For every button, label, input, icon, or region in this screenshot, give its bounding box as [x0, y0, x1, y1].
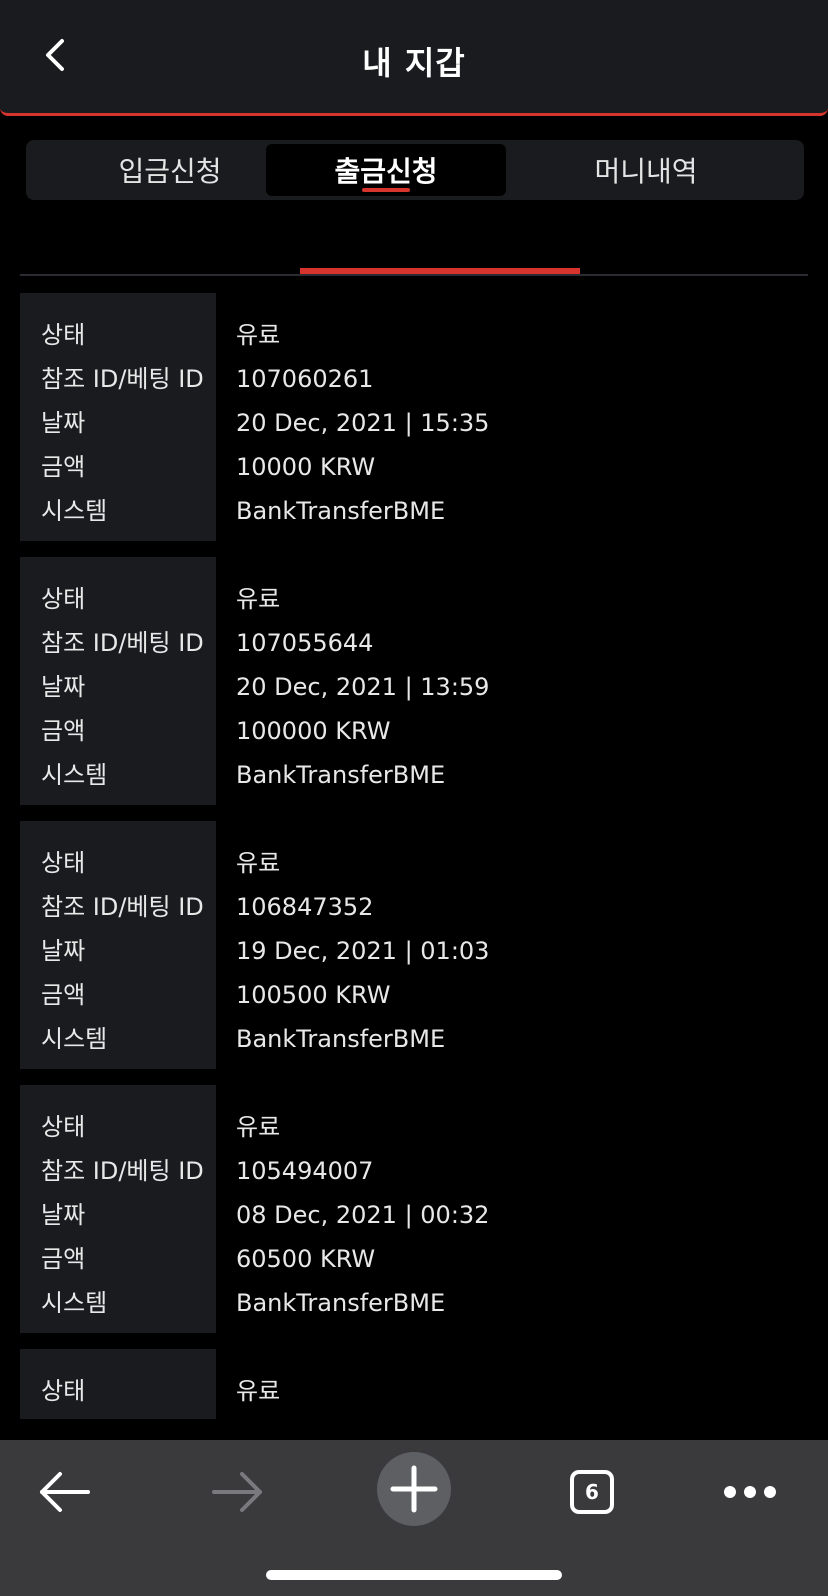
record-row-status: 상태 유료 — [20, 1369, 808, 1413]
record-row-system: 시스템 BankTransferBME — [20, 489, 808, 533]
system-label: 시스템 — [41, 497, 108, 525]
date-label: 날짜 — [41, 937, 86, 965]
record-row-amount: 금액 60500 KRW — [20, 1237, 808, 1281]
ref-id-value: 107060261 — [236, 365, 374, 393]
date-label: 날짜 — [41, 1201, 86, 1229]
status-label: 상태 — [41, 849, 86, 877]
record-row-date: 날짜 20 Dec, 2021 | 15:35 — [20, 401, 808, 445]
withdrawal-list: 상태 유료 참조 ID/베팅 ID 107060261 날짜 20 Dec, 2… — [20, 293, 808, 1435]
withdrawal-record: 상태 유료 — [20, 1349, 808, 1419]
tab-bar: 입금신청 출금신청 머니내역 — [26, 140, 804, 200]
arrow-right-icon — [212, 1472, 262, 1512]
record-row-amount: 금액 100500 KRW — [20, 973, 808, 1017]
withdrawal-record: 상태 유료 참조 ID/베팅 ID 106847352 날짜 19 Dec, 2… — [20, 821, 808, 1069]
more-dots-icon — [724, 1486, 776, 1498]
page: 내 지갑 입금신청 출금신청 머니내역 상태 유료 참조 ID/베팅 ID 10… — [0, 0, 828, 1596]
status-value: 유료 — [236, 1113, 281, 1141]
record-row-ref: 참조 ID/베팅 ID 106847352 — [20, 885, 808, 929]
system-label: 시스템 — [41, 761, 108, 789]
browser-toolbar: 6 — [0, 1440, 828, 1596]
section-divider — [20, 274, 808, 276]
withdrawal-record: 상태 유료 참조 ID/베팅 ID 105494007 날짜 08 Dec, 2… — [20, 1085, 808, 1333]
amount-value: 100500 KRW — [236, 981, 391, 1009]
header: 내 지갑 — [0, 0, 828, 116]
ref-id-label: 참조 ID/베팅 ID — [41, 365, 204, 393]
record-row-system: 시스템 BankTransferBME — [20, 1281, 808, 1325]
status-value: 유료 — [236, 1377, 281, 1405]
record-row-system: 시스템 BankTransferBME — [20, 753, 808, 797]
ref-id-label: 참조 ID/베팅 ID — [41, 893, 204, 921]
tab-money-history[interactable]: 머니내역 — [526, 144, 766, 196]
active-tab-indicator — [362, 188, 410, 192]
arrow-left-icon — [40, 1472, 90, 1512]
date-value: 20 Dec, 2021 | 15:35 — [236, 409, 490, 437]
record-row-ref: 참조 ID/베팅 ID 107060261 — [20, 357, 808, 401]
plus-icon — [390, 1465, 438, 1513]
tab-deposit-request[interactable]: 입금신청 — [50, 144, 290, 196]
tab-withdrawal-request[interactable]: 출금신청 — [266, 144, 506, 196]
status-label: 상태 — [41, 1113, 86, 1141]
record-row-date: 날짜 19 Dec, 2021 | 01:03 — [20, 929, 808, 973]
record-row-date: 날짜 20 Dec, 2021 | 13:59 — [20, 665, 808, 709]
amount-label: 금액 — [41, 1245, 86, 1273]
withdrawal-record: 상태 유료 참조 ID/베팅 ID 107055644 날짜 20 Dec, 2… — [20, 557, 808, 805]
amount-value: 10000 KRW — [236, 453, 376, 481]
system-label: 시스템 — [41, 1289, 108, 1317]
browser-back-button[interactable] — [32, 1460, 96, 1524]
status-label: 상태 — [41, 1377, 86, 1405]
tab-count-badge: 6 — [570, 1470, 614, 1514]
system-value: BankTransferBME — [236, 497, 446, 525]
ref-id-label: 참조 ID/베팅 ID — [41, 629, 204, 657]
ref-id-label: 참조 ID/베팅 ID — [41, 1157, 204, 1185]
home-indicator — [266, 1570, 562, 1580]
system-label: 시스템 — [41, 1025, 108, 1053]
status-value: 유료 — [236, 585, 281, 613]
page-title: 내 지갑 — [362, 44, 466, 82]
record-row-ref: 참조 ID/베팅 ID 105494007 — [20, 1149, 808, 1193]
record-row-date: 날짜 08 Dec, 2021 | 00:32 — [20, 1193, 808, 1237]
tab-switcher-button[interactable]: 6 — [560, 1460, 624, 1524]
status-label: 상태 — [41, 585, 86, 613]
amount-label: 금액 — [41, 453, 86, 481]
record-row-system: 시스템 BankTransferBME — [20, 1017, 808, 1061]
record-row-status: 상태 유료 — [20, 313, 808, 357]
more-menu-button[interactable] — [718, 1460, 782, 1524]
record-row-ref: 참조 ID/베팅 ID 107055644 — [20, 621, 808, 665]
ref-id-value: 107055644 — [236, 629, 374, 657]
date-value: 19 Dec, 2021 | 01:03 — [236, 937, 490, 965]
amount-value: 60500 KRW — [236, 1245, 376, 1273]
system-value: BankTransferBME — [236, 761, 446, 789]
date-value: 20 Dec, 2021 | 13:59 — [236, 673, 490, 701]
amount-label: 금액 — [41, 717, 86, 745]
record-row-status: 상태 유료 — [20, 841, 808, 885]
amount-label: 금액 — [41, 981, 86, 1009]
amount-value: 100000 KRW — [236, 717, 391, 745]
record-row-amount: 금액 100000 KRW — [20, 709, 808, 753]
record-row-amount: 금액 10000 KRW — [20, 445, 808, 489]
section-divider-accent — [300, 268, 580, 274]
browser-forward-button[interactable] — [206, 1460, 270, 1524]
ref-id-value: 106847352 — [236, 893, 374, 921]
record-row-status: 상태 유료 — [20, 1105, 808, 1149]
system-value: BankTransferBME — [236, 1025, 446, 1053]
date-label: 날짜 — [41, 673, 86, 701]
date-label: 날짜 — [41, 409, 86, 437]
new-tab-button[interactable] — [377, 1452, 451, 1526]
record-row-status: 상태 유료 — [20, 577, 808, 621]
withdrawal-record: 상태 유료 참조 ID/베팅 ID 107060261 날짜 20 Dec, 2… — [20, 293, 808, 541]
ref-id-value: 105494007 — [236, 1157, 374, 1185]
system-value: BankTransferBME — [236, 1289, 446, 1317]
status-label: 상태 — [41, 321, 86, 349]
status-value: 유료 — [236, 849, 281, 877]
status-value: 유료 — [236, 321, 281, 349]
tab-withdrawal-label: 출금신청 — [334, 155, 438, 188]
date-value: 08 Dec, 2021 | 00:32 — [236, 1201, 490, 1229]
